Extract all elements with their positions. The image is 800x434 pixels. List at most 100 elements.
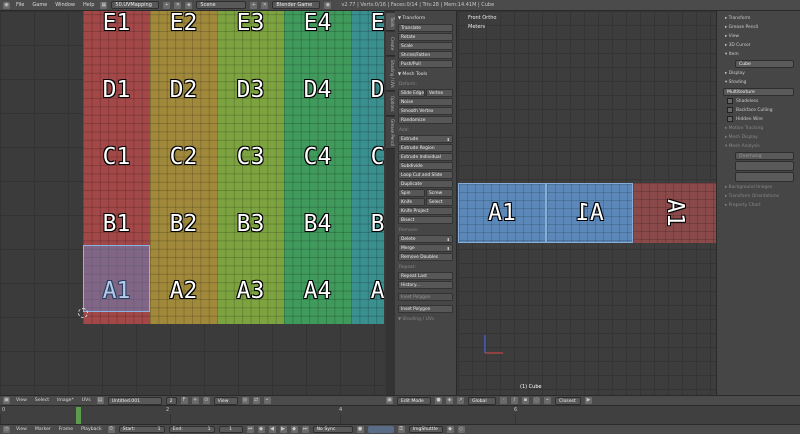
render-engine-select[interactable]: Blender Game <box>272 1 321 9</box>
repeat-last-button[interactable]: Repeat Last <box>398 272 453 280</box>
knife-project-button[interactable]: Knife Project <box>398 207 453 215</box>
props-grease-pencil[interactable]: Grease Pencil <box>719 23 798 32</box>
props-background-images[interactable]: Background Images <box>719 183 798 192</box>
extrude-dropdown[interactable]: Extrude <box>398 135 453 143</box>
props-shading[interactable]: Shading <box>719 78 798 87</box>
orientation-select[interactable]: Global <box>468 396 496 405</box>
uv-image-editor[interactable]: E1E2E3E4E5D1D2D3D4D5C1C2C3C4C5B1B2B3B4B5… <box>0 11 384 395</box>
record-icon[interactable]: ● <box>356 426 364 433</box>
props-motion-tracking[interactable]: Motion Tracking <box>719 124 798 133</box>
sync-mode-select[interactable]: No Sync <box>312 426 353 433</box>
props-view[interactable]: View <box>719 32 798 41</box>
scale-button[interactable]: Scale <box>398 42 453 50</box>
push-pull-button[interactable]: Push/Pull <box>398 60 453 68</box>
viewport-editor-type-icon[interactable]: ▣ <box>386 397 393 404</box>
remove-layout-icon[interactable]: ✕ <box>174 1 182 9</box>
keying-set-icon[interactable]: ⚿ <box>397 426 405 433</box>
timeline-menu-marker[interactable]: Marker <box>33 427 53 432</box>
editor-type-icon[interactable]: ▣ <box>3 397 10 404</box>
add-layout-icon[interactable]: + <box>163 1 171 9</box>
translate-button[interactable]: Translate <box>398 24 453 32</box>
props-item[interactable]: Item <box>719 50 798 59</box>
inset-polygon-button[interactable]: Inset Polygon <box>398 305 453 313</box>
face-select-icon[interactable]: ▪ <box>522 397 529 404</box>
2d-cursor-icon[interactable] <box>78 308 88 318</box>
jump-start-icon[interactable]: ⏮ <box>246 426 254 433</box>
noise-button[interactable]: Noise <box>398 98 453 106</box>
delete-keyframe-icon[interactable]: ◇ <box>457 426 465 433</box>
loop-cut-slide-button[interactable]: Loop Cut and Slide <box>398 171 453 179</box>
preview-range-icon[interactable]: ⏱ <box>107 426 115 433</box>
smooth-vertex-button[interactable]: Smooth Vertex <box>398 107 453 115</box>
props-transform-orientations[interactable]: Transform Orientations <box>719 192 798 201</box>
transform-panel-header[interactable]: Transform <box>395 13 456 23</box>
timeline[interactable]: 0 2 4 6 <box>0 405 800 425</box>
new-image-icon[interactable]: + <box>191 397 199 404</box>
tab-tools[interactable]: Tools <box>386 13 395 31</box>
fake-user-icon[interactable]: F <box>180 397 188 404</box>
timeline-menu-view[interactable]: View <box>14 427 29 432</box>
timeline-menu-playback[interactable]: Playback <box>79 427 104 432</box>
mesh-tools-panel-header[interactable]: Mesh Tools <box>395 69 456 79</box>
mesh-analysis-values[interactable] <box>735 161 794 171</box>
shading-mode-select[interactable]: Multitexture <box>723 88 794 96</box>
snap-target-select[interactable]: Closest <box>555 396 581 405</box>
insert-keyframe-icon[interactable]: ◆ <box>446 426 454 433</box>
screw-button[interactable]: Screw <box>426 189 453 197</box>
remove-doubles-button[interactable]: Remove Doubles <box>398 253 453 261</box>
uv-selected-face[interactable] <box>83 245 150 312</box>
image-name-field[interactable]: Untitled.001 <box>107 396 162 405</box>
snap-icon[interactable]: ⌁ <box>263 397 271 404</box>
screen-layout-icon[interactable]: ▦ <box>100 1 108 9</box>
mesh-analysis-axis[interactable] <box>735 172 794 182</box>
add-scene-icon[interactable]: + <box>250 1 258 9</box>
remove-scene-icon[interactable]: ✕ <box>261 1 269 9</box>
props-mesh-analysis[interactable]: Mesh Analysis <box>719 142 798 151</box>
cube-face-side[interactable]: A1 <box>633 183 716 243</box>
keying-set-field[interactable]: ImgShuttle <box>408 426 443 433</box>
snap-toggle-icon[interactable]: ⌁ <box>544 397 551 404</box>
blender-logo-icon[interactable]: ◉ <box>3 1 10 9</box>
menu-game[interactable]: Game <box>30 2 49 8</box>
props-display[interactable]: Display <box>719 69 798 78</box>
extrude-region-button[interactable]: Extrude Region <box>398 144 453 152</box>
menu-help[interactable]: Help <box>81 2 96 8</box>
edge-select-icon[interactable]: / <box>511 397 518 404</box>
duplicate-button[interactable]: Duplicate <box>398 180 453 188</box>
bisect-button[interactable]: Bisect <box>398 216 453 224</box>
cube-mesh[interactable]: A1 A1 A1 <box>458 183 716 243</box>
mesh-analysis-type-select[interactable]: Overhang <box>735 152 794 160</box>
pin-icon[interactable]: ⊙ <box>202 397 210 404</box>
shrink-fatten-button[interactable]: Shrink/Fatten <box>398 51 453 59</box>
randomize-button[interactable]: Randomize <box>398 116 453 124</box>
shading-uvs-panel-header[interactable]: Shading / UVs <box>395 314 456 324</box>
jump-end-icon[interactable]: ⏭ <box>301 426 309 433</box>
hidden-wire-checkbox[interactable]: Hidden Wire <box>719 115 798 124</box>
tab-create[interactable]: Create <box>386 32 395 56</box>
scene-field[interactable]: Scene <box>196 1 247 9</box>
sync-select-icon[interactable]: ⇄ <box>252 397 260 404</box>
slide-edge-button[interactable]: Slide Edge <box>398 89 425 97</box>
props-mesh-display[interactable]: Mesh Display <box>719 133 798 142</box>
knife-button[interactable]: Knife <box>398 198 425 206</box>
subdivide-button[interactable]: Subdivide <box>398 162 453 170</box>
rotate-button[interactable]: Rotate <box>398 33 453 41</box>
scene-icon[interactable]: ◈ <box>185 1 193 9</box>
next-keyframe-icon[interactable]: ◆ <box>290 426 298 433</box>
play-reverse-icon[interactable]: ◀ <box>268 426 276 433</box>
vertex-slide-button[interactable]: Vertex <box>426 89 453 97</box>
uv-menu-view[interactable]: View <box>14 398 29 403</box>
inset-polygon-button-dim[interactable]: Inset Polygon <box>398 293 453 301</box>
play-icon[interactable]: ▶ <box>279 426 287 433</box>
uv-view-select[interactable]: View <box>213 396 238 405</box>
extrude-individual-button[interactable]: Extrude Individual <box>398 153 453 161</box>
viewport-shading-icon[interactable]: ● <box>435 397 442 404</box>
current-frame-field[interactable]: 1 <box>218 426 243 433</box>
mode-select[interactable]: Edit Mode <box>397 396 431 405</box>
proportional-edit-icon[interactable]: ◌ <box>533 397 540 404</box>
pivot-point-icon[interactable]: ◈ <box>446 397 453 404</box>
delete-dropdown[interactable]: Delete <box>398 235 453 243</box>
cube-face-front[interactable]: A1 <box>458 183 546 243</box>
prev-keyframe-icon[interactable]: ◆ <box>257 426 265 433</box>
props-transform[interactable]: Transform <box>719 14 798 23</box>
